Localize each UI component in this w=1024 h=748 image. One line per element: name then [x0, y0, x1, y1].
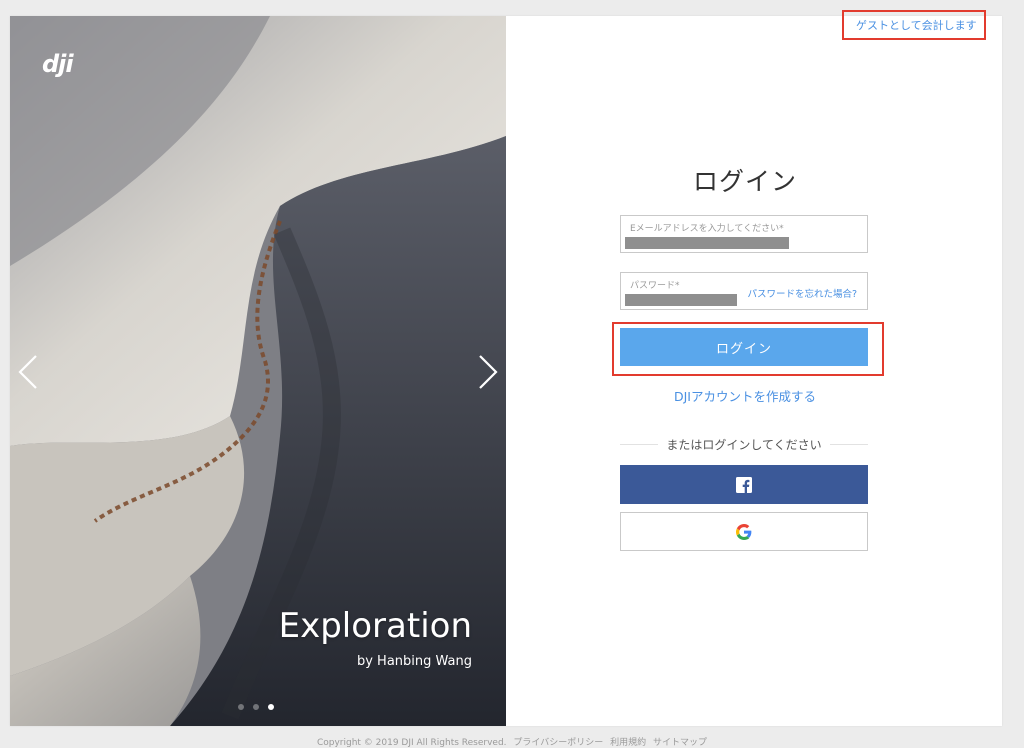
footer-link-sitemap[interactable]: サイトマップ — [653, 738, 707, 748]
slide-dot-2[interactable] — [253, 704, 259, 710]
slide-indicator — [238, 704, 274, 710]
chevron-right-icon — [479, 355, 498, 389]
hero-title: Exploration — [278, 606, 472, 646]
footer-link-terms[interactable]: 利用規約 — [610, 738, 646, 748]
slide-dot-3[interactable] — [268, 704, 274, 710]
next-slide-button[interactable] — [476, 352, 500, 392]
divider-line-right — [829, 443, 868, 445]
email-redacted-value — [625, 237, 789, 249]
slide-dot-1[interactable] — [238, 704, 244, 710]
google-login-button[interactable] — [620, 512, 868, 551]
password-redacted-value — [625, 294, 737, 306]
dji-logo: dji — [42, 50, 74, 78]
create-account-link[interactable]: DJIアカウントを作成する — [620, 386, 870, 405]
password-label: パスワード* — [630, 281, 680, 291]
password-field[interactable]: パスワード* パスワードを忘れた場合? — [620, 272, 868, 310]
email-label: Eメールアドレスを入力してください* — [630, 224, 784, 234]
login-button[interactable]: ログイン — [620, 328, 868, 366]
divider-text: またはログインしてください — [666, 437, 822, 452]
prev-slide-button[interactable] — [16, 352, 40, 392]
footer: Copyright © 2019 DJI All Rights Reserved… — [0, 735, 1024, 748]
forgot-password-link[interactable]: パスワードを忘れた場合? — [747, 286, 857, 300]
guest-checkout-link[interactable]: ゲストとして会計します — [856, 17, 977, 33]
facebook-login-button[interactable] — [620, 465, 868, 504]
divider-line-left — [620, 443, 659, 445]
facebook-icon — [736, 476, 752, 493]
hero-banner: dji Exploration by Hanbing Wang — [10, 16, 506, 726]
chevron-left-icon — [18, 355, 37, 389]
hero-author: by Hanbing Wang — [356, 654, 472, 669]
email-field[interactable]: Eメールアドレスを入力してください* — [620, 215, 868, 253]
login-title: ログイン — [692, 167, 797, 196]
google-icon — [736, 523, 752, 540]
footer-link-privacy[interactable]: プライバシーポリシー — [513, 738, 603, 748]
footer-copyright: Copyright © 2019 DJI All Rights Reserved… — [316, 738, 507, 748]
alternate-login-divider: またはログインしてください — [620, 436, 868, 452]
